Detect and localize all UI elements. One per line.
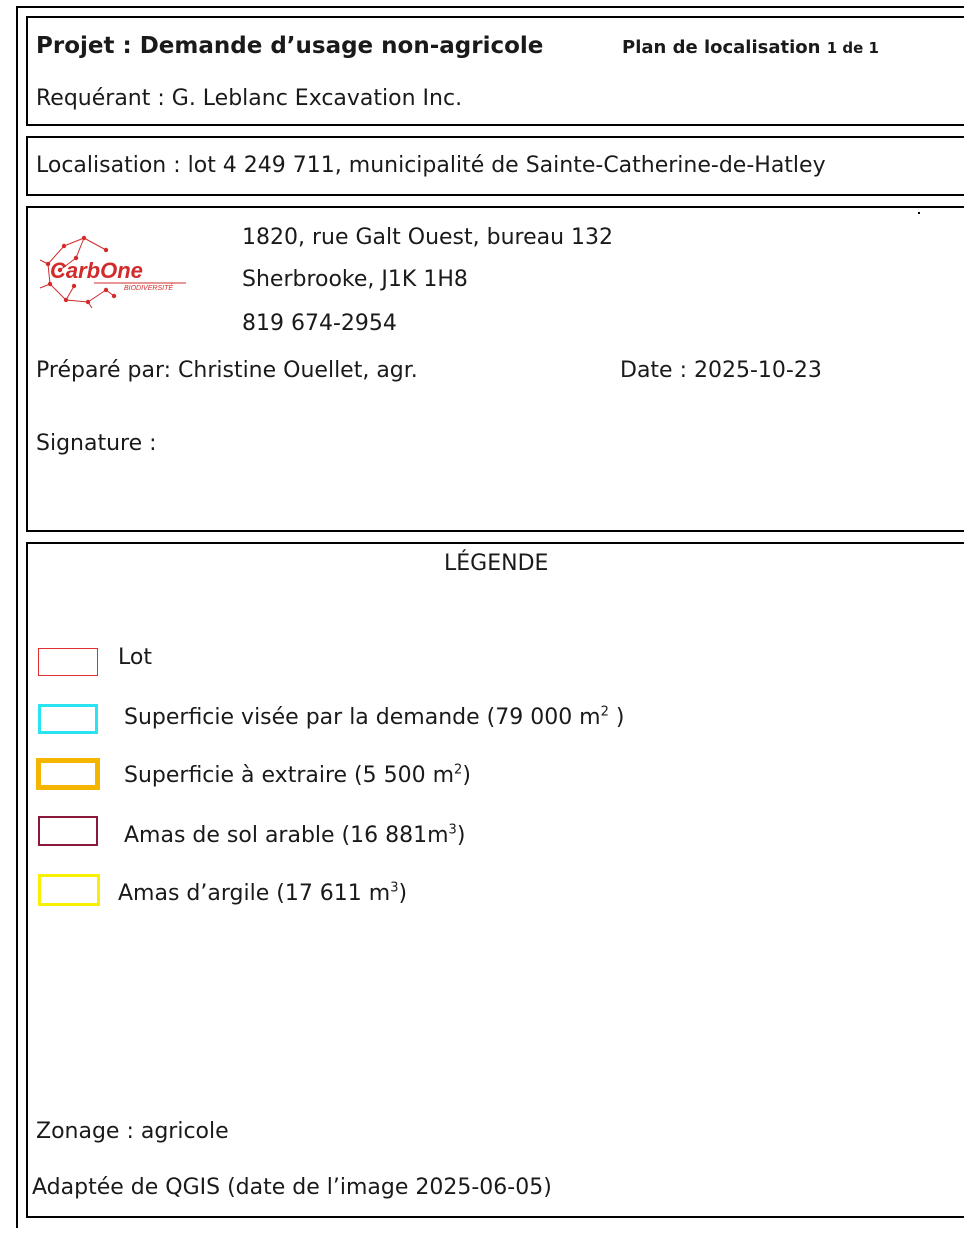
project-title: Projet : Demande d’usage non-agricole [36,33,544,59]
logo-wordmark: CarbOne [50,258,143,283]
legend-label-request-area: Superficie visée par la demande (79 000 … [124,704,624,732]
legend-label-topsoil: Amas de sol arable (16 881m3) [124,822,465,850]
legend-unit-request-area: 2 [600,704,609,720]
legend-title: LÉGENDE [444,551,549,576]
legend-swatch-extraction-area [36,758,100,790]
legend-swatch-lot [38,648,98,676]
logo-subtitle: BIODIVERSITÉ [124,283,173,292]
legend-suffix-topsoil: ) [456,823,466,848]
legend-unit-topsoil: 3 [448,822,457,838]
legend-text-clay: Amas d’argile (17 611 m [118,881,391,906]
legend-suffix-extraction-area: ) [462,763,471,788]
plan-pages: 1 de 1 [826,39,879,57]
legend-swatch-clay [38,874,100,906]
plan-label-text: Plan de localisation [622,37,821,58]
signature-label: Signature : [36,431,157,456]
legend-swatch-topsoil [38,816,98,846]
date: Date : 2025-10-23 [620,358,822,383]
legend-suffix-request-area: ) [608,705,625,730]
source-note: Adaptée de QGIS (date de l’image 2025-06… [32,1175,552,1200]
legend-label-lot: Lot [118,644,152,672]
plan-label: Plan de localisation 1 de 1 [622,34,879,62]
address-line2: Sherbrooke, J1K 1H8 [242,267,468,292]
location-text: Localisation : lot 4 249 711, municipali… [36,153,826,178]
legend-suffix-clay: ) [398,881,408,906]
legend-swatch-request-area [38,704,98,734]
legend-label-extraction-area: Superficie à extraire (5 500 m2) [124,762,471,790]
legend-text-lot: Lot [118,645,152,670]
zoning-note: Zonage : agricole [36,1119,229,1144]
legend-unit-clay: 3 [390,880,399,896]
legend-label-clay: Amas d’argile (17 611 m3) [118,880,407,908]
phone-number: 819 674-2954 [242,311,397,336]
stray-mark [918,212,920,214]
prepared-by: Préparé par: Christine Ouellet, agr. [36,358,418,383]
legend-text-request-area: Superficie visée par la demande (79 000 … [124,705,601,730]
legend-text-topsoil: Amas de sol arable (16 881m [124,823,449,848]
requester: Requérant : G. Leblanc Excavation Inc. [36,86,463,111]
address-line1: 1820, rue Galt Ouest, bureau 132 [242,225,614,250]
legend-text-extraction-area: Superficie à extraire (5 500 m [124,763,455,788]
carbone-logo: CarbOne BIODIVERSITÉ [39,235,186,309]
